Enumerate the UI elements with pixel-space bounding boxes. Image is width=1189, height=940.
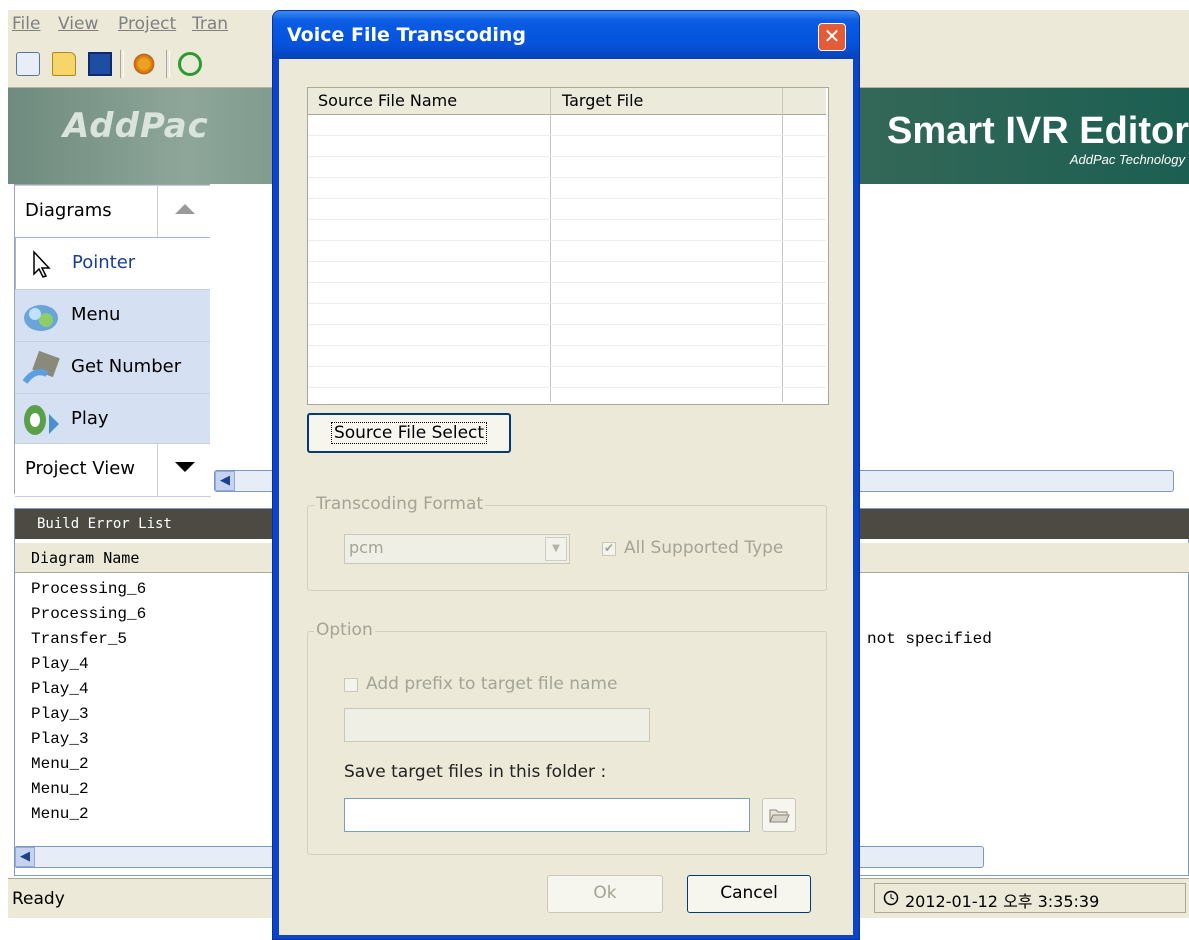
error-row[interactable]: Menu_2 (31, 777, 89, 802)
grid-line (308, 303, 826, 304)
all-supported-checkbox[interactable]: ✔ (602, 542, 616, 556)
scroll-left-icon[interactable]: ◀ (15, 847, 35, 867)
build-icon[interactable] (132, 52, 156, 76)
diagram-toolbox: Diagrams Pointer Menu Get Number Play Pr… (14, 184, 213, 497)
file-list-header: Source File Name Target File (308, 88, 826, 115)
column-target-file[interactable]: Target File (562, 91, 643, 110)
toolbox-item-label: Menu (71, 304, 121, 325)
error-message: not specified (867, 630, 992, 648)
chevron-down-icon (175, 462, 195, 472)
grid-line (308, 219, 826, 220)
prefix-input[interactable] (344, 708, 650, 742)
grid-line (308, 135, 826, 136)
source-file-select-button[interactable]: Source File Select (307, 413, 511, 453)
play-speaker-icon (24, 405, 59, 435)
format-select-value: pcm (349, 538, 384, 557)
close-icon[interactable]: ✕ (818, 23, 846, 51)
error-row[interactable]: Menu_2 (31, 752, 89, 777)
menu-project[interactable]: Project (118, 14, 176, 34)
error-row[interactable]: Processing_6 (31, 602, 146, 627)
save-folder-input[interactable] (344, 798, 750, 832)
grid-line (308, 261, 826, 262)
toolbox-header-project-view[interactable]: Project View (15, 443, 211, 497)
toolbox-header-diagrams[interactable]: Diagrams (15, 185, 211, 239)
file-list[interactable]: Source File Name Target File (307, 87, 829, 405)
menu-file[interactable]: File (12, 14, 40, 34)
all-supported-label: All Supported Type (624, 538, 784, 558)
toolbox-item-label: Pointer (72, 252, 136, 273)
browse-folder-button[interactable] (762, 798, 796, 832)
grid-line (308, 156, 826, 157)
refresh-icon[interactable] (178, 52, 202, 76)
error-row[interactable]: Transfer_5 (31, 627, 127, 652)
toolbar-separator (120, 50, 124, 78)
dialog-body: Source File Name Target File Source File… (279, 59, 853, 935)
error-row[interactable]: Play_3 (31, 727, 89, 752)
open-folder-icon[interactable] (52, 52, 76, 76)
add-prefix-checkbox[interactable] (344, 678, 358, 692)
error-row[interactable]: Play_4 (31, 677, 89, 702)
toolbox-item-menu[interactable]: Menu (15, 289, 211, 342)
voice-file-transcoding-dialog: Voice File Transcoding ✕ Source File Nam… (272, 10, 860, 940)
add-prefix-label: Add prefix to target file name (366, 674, 618, 694)
save-icon[interactable] (88, 52, 112, 76)
grid-line (308, 324, 826, 325)
banner-subtitle: AddPac Technology (1069, 152, 1185, 167)
error-row[interactable]: Processing_6 (31, 577, 146, 602)
toolbox-item-label: Play (71, 408, 109, 429)
error-row[interactable]: Menu_2 (31, 802, 89, 827)
toolbox-item-get-number[interactable]: Get Number (15, 341, 211, 394)
grid-line (308, 198, 826, 199)
banner-title: Smart IVR Editor (887, 110, 1189, 152)
toolbox-item-play[interactable]: Play (15, 393, 211, 446)
status-time-pane: 2012-01-12 오후 3:35:39 (874, 883, 1186, 913)
grid-line (308, 177, 826, 178)
transcoding-format-label: Transcoding Format (314, 494, 486, 514)
pointer-icon (33, 250, 51, 278)
toolbox-footer-label: Project View (25, 458, 136, 479)
grid-line (308, 366, 826, 367)
scroll-up-button[interactable] (157, 186, 212, 238)
cancel-button[interactable]: Cancel (687, 875, 811, 913)
column-source-file-name[interactable]: Source File Name (318, 91, 457, 110)
get-number-icon (22, 350, 60, 384)
toolbox-item-label: Get Number (71, 356, 182, 377)
ok-button[interactable]: Ok (547, 875, 663, 913)
option-label: Option (314, 620, 375, 640)
option-group: Option Add prefix to target file name Sa… (307, 620, 827, 855)
error-row[interactable]: Play_4 (31, 652, 89, 677)
scroll-left-icon[interactable]: ◀ (215, 471, 235, 491)
toolbox-item-pointer[interactable]: Pointer (15, 237, 213, 291)
save-folder-label: Save target files in this folder : (344, 762, 607, 782)
status-datetime: 2012-01-12 오후 3:35:39 (905, 892, 1100, 911)
dialog-titlebar[interactable]: Voice File Transcoding ✕ (273, 11, 859, 59)
grid-line (308, 282, 826, 283)
chevron-up-icon (175, 204, 195, 214)
error-row[interactable]: Play_3 (31, 702, 89, 727)
grid-line (308, 345, 826, 346)
transcoding-format-group: Transcoding Format pcm ▼ ✔ All Supported… (307, 494, 827, 591)
scroll-down-button[interactable] (157, 444, 212, 496)
menu-transcode[interactable]: Tran (192, 14, 228, 34)
dropdown-arrow-icon[interactable]: ▼ (545, 537, 567, 561)
addpac-logo: AddPac (63, 106, 209, 146)
folder-open-icon (769, 809, 790, 823)
menu-view[interactable]: View (58, 14, 98, 34)
new-file-icon[interactable] (16, 52, 40, 76)
toolbox-header-label: Diagrams (25, 200, 112, 221)
dialog-title: Voice File Transcoding (287, 24, 526, 46)
grid-line (308, 240, 826, 241)
toolbar-separator (166, 50, 170, 78)
grid-line (308, 387, 826, 388)
status-text: Ready (12, 889, 65, 909)
format-select[interactable]: pcm ▼ (344, 534, 570, 564)
source-file-select-label: Source File Select (330, 422, 488, 444)
menu-icon (24, 305, 58, 331)
clock-icon (883, 890, 899, 906)
